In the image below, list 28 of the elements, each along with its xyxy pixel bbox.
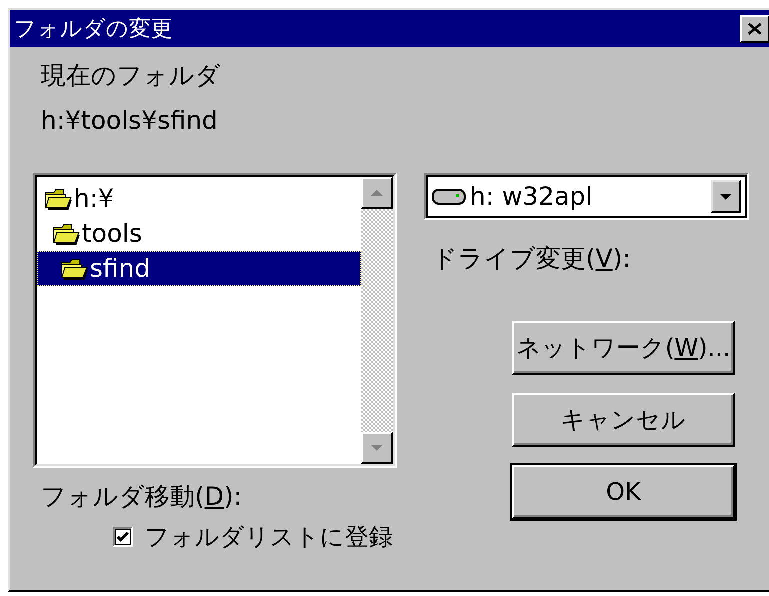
close-button[interactable] <box>740 14 769 42</box>
scroll-up-button[interactable] <box>361 177 393 209</box>
tree-item[interactable]: sfind <box>37 251 361 286</box>
drive-dropdown[interactable]: h: w32apl <box>424 173 749 220</box>
checkmark-icon <box>117 532 129 542</box>
current-folder-path: h:¥tools¥sfind <box>41 106 219 135</box>
up-arrow-icon <box>370 189 384 197</box>
folder-icon <box>60 258 88 280</box>
scroll-down-button[interactable] <box>361 432 393 464</box>
tree-item[interactable]: h:¥ <box>37 181 361 216</box>
folder-icon <box>52 222 80 244</box>
down-arrow-icon <box>370 444 384 452</box>
dropdown-button[interactable] <box>711 180 741 213</box>
dialog-button[interactable]: キャンセル <box>512 393 735 447</box>
close-icon <box>748 22 762 34</box>
dialog-button[interactable]: ネットワーク(W)... <box>512 321 735 375</box>
tree-item[interactable]: tools <box>37 216 361 251</box>
window-title: フォルダの変更 <box>14 16 173 44</box>
scrollbar[interactable] <box>361 177 393 464</box>
current-folder-label: 現在のフォルダ <box>41 60 222 92</box>
checkbox[interactable] <box>113 527 133 547</box>
down-arrow-icon <box>719 192 733 200</box>
drive-icon <box>432 188 466 206</box>
checkbox-label: フォルダリストに登録 <box>145 522 393 553</box>
drive-change-label: ドライブ変更(V): <box>432 243 632 275</box>
dialog-button[interactable]: OK <box>512 465 735 519</box>
folder-icon <box>44 188 72 210</box>
folder-move-label: フォルダ移動(D): <box>41 481 244 513</box>
